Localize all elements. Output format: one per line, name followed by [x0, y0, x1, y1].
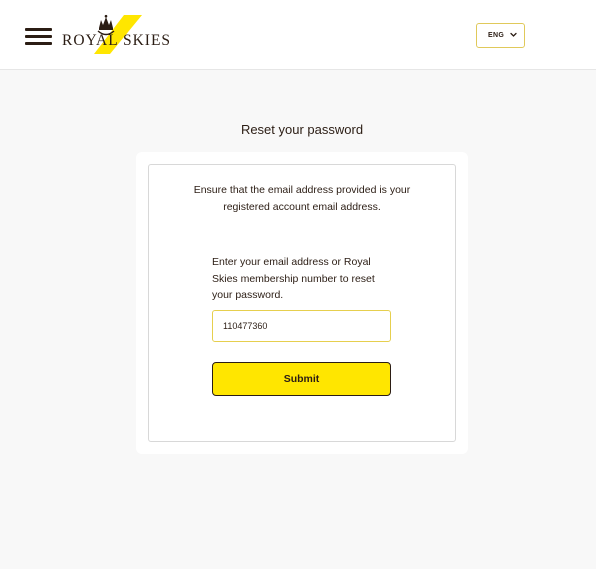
royal-skies-logo[interactable]: ROYAL SKIES [62, 14, 170, 56]
language-select[interactable]: ENG [476, 23, 525, 48]
language-selected-value: ENG [488, 32, 505, 39]
email-or-membership-input[interactable] [212, 310, 391, 342]
menu-bar-middle [25, 35, 52, 38]
page-title: Reset your password [240, 122, 364, 137]
menu-bar-top [25, 28, 52, 31]
email-or-membership-label: Enter your email address or Royal Skies … [212, 256, 375, 301]
brand-name: ROYAL SKIES [62, 32, 172, 49]
intro-text: Ensure that the email address provided i… [193, 184, 411, 213]
submit-button[interactable]: Submit [212, 362, 391, 396]
hamburger-menu-button[interactable] [25, 28, 53, 46]
top-header: ROYAL SKIES ENG [0, 0, 596, 70]
menu-bar-bottom [25, 42, 52, 45]
chevron-down-icon [510, 32, 517, 37]
